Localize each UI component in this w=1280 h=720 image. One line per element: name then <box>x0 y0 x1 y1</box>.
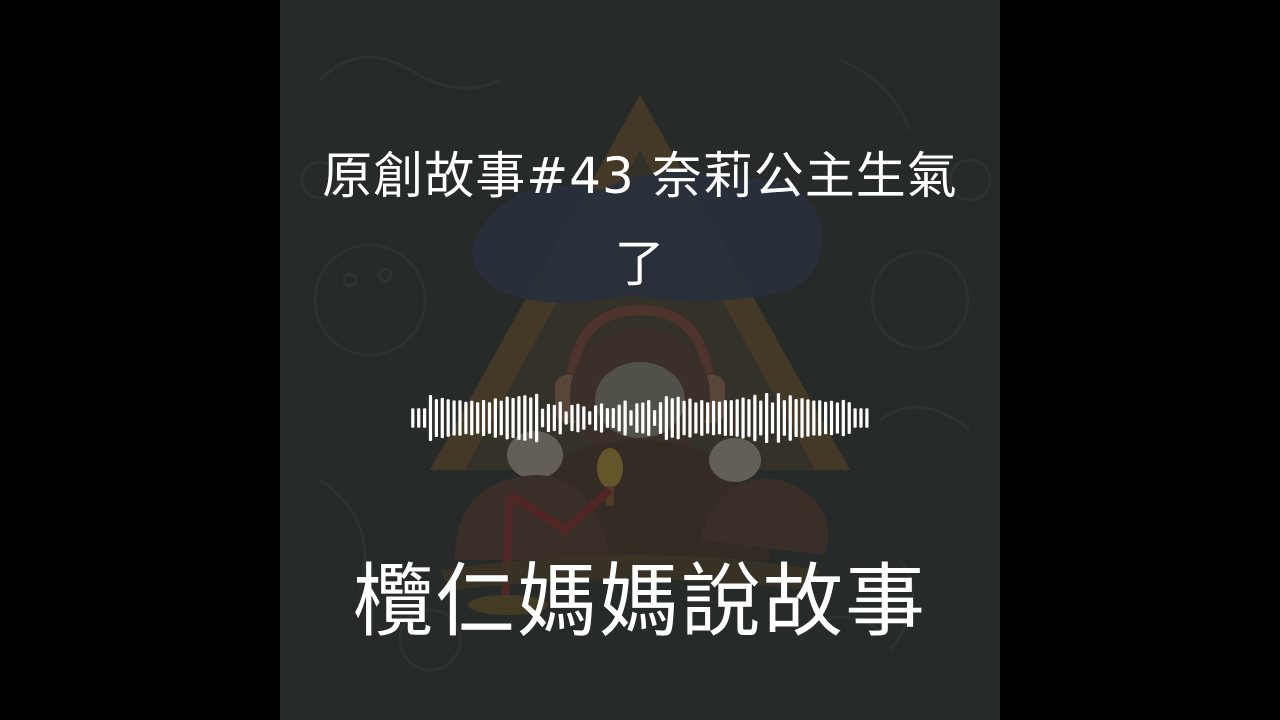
waveform-bar <box>676 396 680 440</box>
podcast-name: 欖仁媽媽說故事 <box>353 555 927 648</box>
waveform-bar <box>517 396 521 440</box>
waveform-bar <box>535 393 539 443</box>
waveform-bar <box>747 399 751 437</box>
waveform-bar <box>540 408 545 428</box>
waveform-bar <box>841 399 845 437</box>
waveform-bar <box>505 396 509 440</box>
waveform-bar <box>853 408 857 428</box>
waveform-bar <box>694 402 698 434</box>
waveform-bar <box>700 400 704 436</box>
waveform-bar <box>594 405 598 431</box>
waveform-bar <box>564 411 568 425</box>
waveform-bar <box>806 399 810 437</box>
waveform-bar <box>623 400 627 436</box>
waveform-bar <box>552 404 556 432</box>
episode-title: 原創故事#43 奈莉公主生氣了 <box>322 147 958 293</box>
waveform-bar <box>818 400 822 436</box>
waveform-bar <box>652 410 657 426</box>
waveform-bar <box>428 394 433 442</box>
waveform-bar <box>735 399 739 437</box>
waveform-bar <box>440 397 444 439</box>
waveform-bar <box>776 393 781 443</box>
waveform-bar <box>605 408 610 428</box>
waveform-bar <box>729 400 733 436</box>
waveform-bar <box>658 402 663 434</box>
waveform-bar <box>847 402 851 434</box>
waveform-bar <box>470 400 474 436</box>
waveform-bar <box>446 399 450 437</box>
waveform-bar <box>493 398 497 438</box>
waveform-bar <box>688 398 692 438</box>
podcast-cover: 原創故事#43 奈莉公主生氣了 欖仁媽媽說故事 <box>280 0 1000 720</box>
waveform-bar <box>717 401 722 435</box>
waveform-bar <box>647 400 651 436</box>
waveform-bar <box>476 402 480 434</box>
waveform-bar <box>588 411 592 425</box>
waveform-bar <box>629 410 633 426</box>
waveform-bar <box>782 400 786 436</box>
waveform-bar <box>546 403 551 433</box>
waveform-bar <box>411 408 415 428</box>
waveform-bar <box>829 400 834 436</box>
waveform-bar <box>635 403 639 433</box>
waveform-bar <box>611 408 615 428</box>
waveform-bar <box>481 400 486 436</box>
waveform-bar <box>458 400 462 436</box>
waveform-bar <box>682 400 686 436</box>
waveform-bar <box>835 402 840 434</box>
waveform-bar <box>487 402 492 434</box>
waveform-bar <box>670 398 674 438</box>
waveform-bar <box>464 401 468 435</box>
waveform-bar <box>824 401 828 435</box>
waveform-bar <box>499 400 503 436</box>
waveform-bar <box>753 394 757 442</box>
waveform-bar <box>434 399 439 437</box>
waveform-bar <box>664 396 669 440</box>
waveform-bar <box>859 408 863 428</box>
waveform-bar <box>558 401 562 435</box>
waveform-bar <box>576 403 580 433</box>
audio-waveform <box>411 392 869 444</box>
waveform-bar <box>788 395 792 441</box>
waveform-bar <box>770 402 775 434</box>
waveform-bar <box>812 400 816 436</box>
waveform-bar <box>523 395 527 441</box>
waveform-bar <box>765 392 769 444</box>
waveform-bar <box>865 408 869 428</box>
waveform-bar <box>641 402 645 434</box>
waveform-bar <box>452 400 456 436</box>
waveform-bar <box>422 408 427 428</box>
waveform-bar <box>723 400 727 436</box>
waveform-bar <box>511 397 515 439</box>
waveform-bar <box>617 404 621 432</box>
waveform-bar <box>417 408 421 428</box>
waveform-bar <box>759 400 763 436</box>
waveform-bar <box>741 397 745 439</box>
waveform-bar <box>800 398 804 438</box>
waveform-bar <box>570 404 574 432</box>
waveform-bar <box>794 399 798 437</box>
waveform-bar <box>706 402 710 434</box>
waveform-bar <box>582 406 586 430</box>
video-frame: 原創故事#43 奈莉公主生氣了 欖仁媽媽說故事 <box>0 0 1280 720</box>
waveform-bar <box>529 397 533 439</box>
waveform-bar <box>599 403 604 433</box>
waveform-bar <box>711 400 716 436</box>
